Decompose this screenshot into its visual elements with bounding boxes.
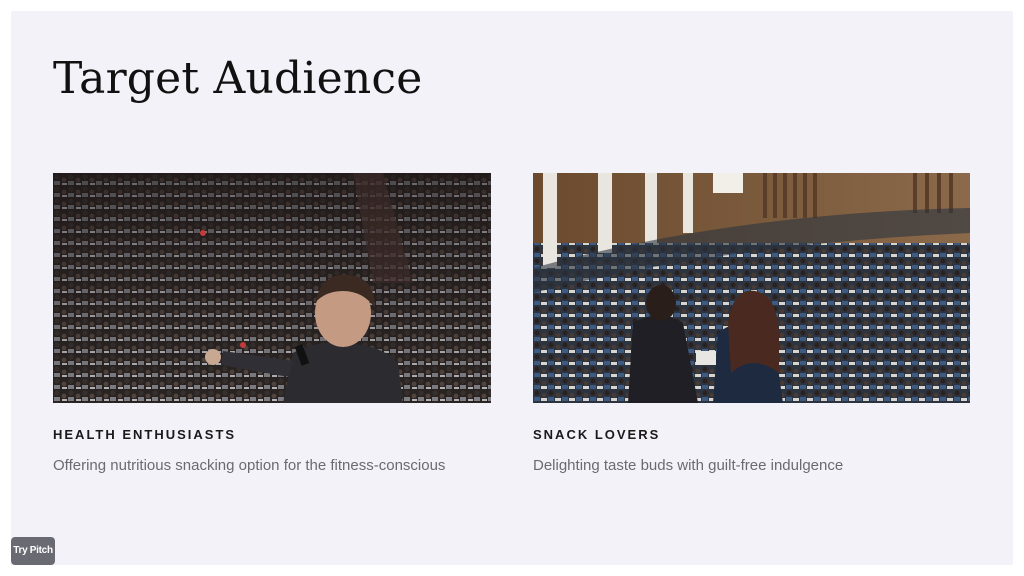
audience-photo-presenters: [533, 173, 970, 403]
audience-card-health-enthusiasts: HEALTH ENTHUSIASTS Offering nutritious s…: [53, 173, 491, 476]
card-description: Delighting taste buds with guilt-free in…: [533, 457, 844, 474]
slide-title: Target Audience: [53, 53, 423, 104]
crowd-photo-image: [53, 173, 491, 403]
card-description: Offering nutritious snacking option for …: [53, 457, 446, 474]
audience-card-snack-lovers: SNACK LOVERS Delighting taste buds with …: [533, 173, 970, 476]
slide: Target Audience HEALTH ENTHUSIASTS Offer…: [11, 11, 1013, 565]
card-heading: HEALTH ENTHUSIASTS: [53, 427, 237, 442]
card-heading: SNACK LOVERS: [533, 427, 661, 442]
audience-photo-speaker: [53, 173, 491, 403]
try-pitch-button[interactable]: Try Pitch: [11, 537, 55, 565]
auditorium-photo-image: [533, 173, 970, 403]
